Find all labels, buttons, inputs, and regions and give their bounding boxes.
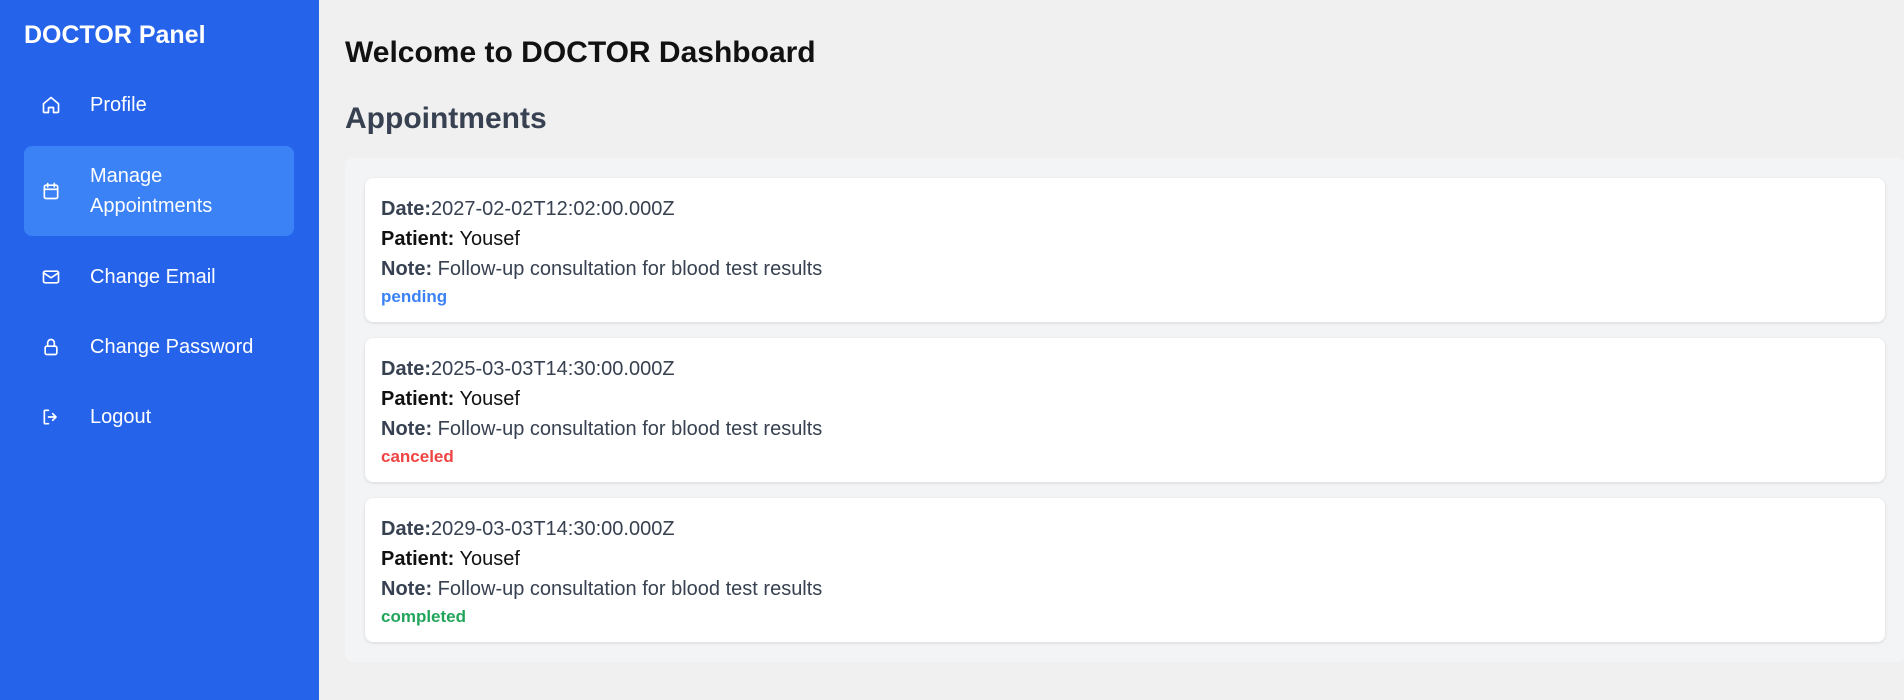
sidebar-nav: Profile Manage Appointments Change Email… [24,76,295,446]
sidebar-item-label: Manage Appointments [90,165,213,217]
note-label: Note: [381,578,433,600]
mail-icon [40,266,62,288]
appointment-patient: Patient: Yousef [381,224,1869,254]
appointment-patient: Patient: Yousef [381,384,1869,414]
status-badge: canceled [381,447,454,466]
date-value: 2029-03-03T14:30:00.000Z [431,518,675,540]
date-label: Date: [381,518,432,540]
appointment-note: Note: Follow-up consultation for blood t… [381,414,1869,444]
appointment-note: Note: Follow-up consultation for blood t… [381,574,1869,604]
patient-label: Patient: [381,548,455,570]
sidebar-item-change-email[interactable]: Change Email [24,248,294,306]
patient-value: Yousef [459,228,520,250]
date-label: Date: [381,198,432,220]
app: DOCTOR Panel Profile Manage Appointments… [0,0,1904,700]
main-content: Welcome to DOCTOR Dashboard Appointments… [319,0,1904,700]
note-label: Note: [381,418,433,440]
appointment-patient: Patient: Yousef [381,544,1869,574]
sidebar-item-label: Change Email [90,266,216,288]
appointment-date: Date:2029-03-03T14:30:00.000Z [381,514,1869,544]
sidebar-item-manage-appointments[interactable]: Manage Appointments [24,146,294,236]
logout-icon [40,406,62,428]
note-value: Follow-up consultation for blood test re… [437,418,823,440]
sidebar: DOCTOR Panel Profile Manage Appointments… [0,0,319,700]
patient-value: Yousef [459,388,520,410]
lock-icon [40,336,62,358]
appointment-date: Date:2027-02-02T12:02:00.000Z [381,194,1869,224]
appointment-card: Date:2025-03-03T14:30:00.000Z Patient: Y… [365,338,1885,482]
appointment-note: Note: Follow-up consultation for blood t… [381,254,1869,284]
note-value: Follow-up consultation for blood test re… [437,258,823,280]
status-badge: completed [381,607,467,626]
note-value: Follow-up consultation for blood test re… [437,578,823,600]
home-icon [40,94,62,116]
appointment-date: Date:2025-03-03T14:30:00.000Z [381,354,1869,384]
date-label: Date: [381,358,432,380]
sidebar-item-label: Change Password [90,336,254,358]
appointment-card: Date:2027-02-02T12:02:00.000Z Patient: Y… [365,178,1885,322]
sidebar-item-logout[interactable]: Logout [24,388,294,446]
sidebar-item-label: Profile [90,94,147,116]
sidebar-item-label: Logout [90,406,152,428]
patient-label: Patient: [381,388,455,410]
page-title: Welcome to DOCTOR Dashboard [345,36,816,69]
date-value: 2025-03-03T14:30:00.000Z [431,358,675,380]
sidebar-title: DOCTOR Panel [24,21,206,49]
note-label: Note: [381,258,433,280]
patient-label: Patient: [381,228,455,250]
date-value: 2027-02-02T12:02:00.000Z [431,198,675,220]
appointment-card: Date:2029-03-03T14:30:00.000Z Patient: Y… [365,498,1885,642]
patient-value: Yousef [459,548,520,570]
calendar-icon [40,180,62,202]
sidebar-item-profile[interactable]: Profile [24,76,294,134]
appointments-panel: Date:2027-02-02T12:02:00.000Z Patient: Y… [345,158,1904,662]
status-badge: pending [381,287,448,306]
section-title: Appointments [345,102,547,135]
sidebar-item-change-password[interactable]: Change Password [24,318,294,376]
